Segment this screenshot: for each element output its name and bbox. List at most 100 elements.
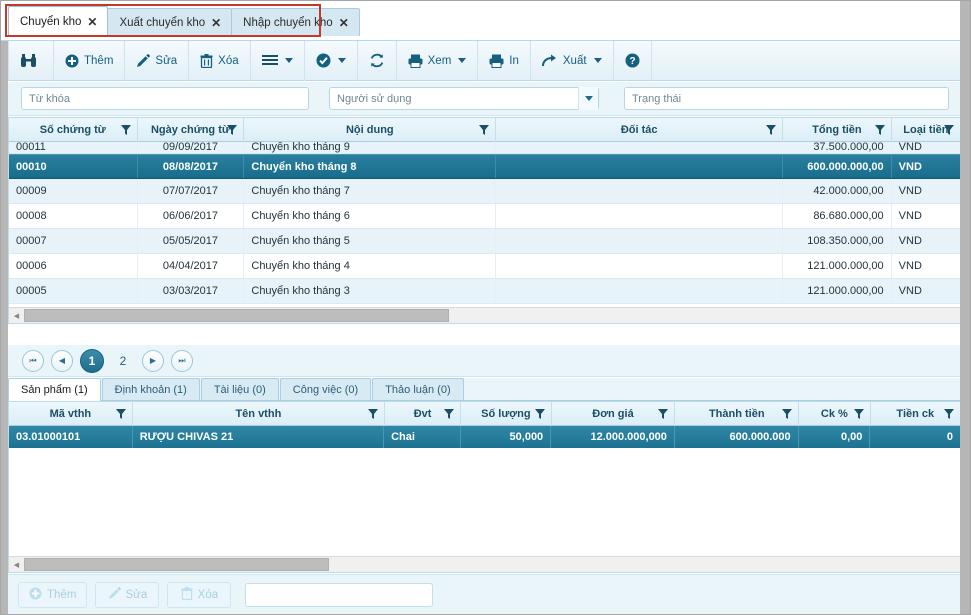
filter-icon[interactable] — [115, 409, 126, 422]
filter-icon[interactable] — [766, 125, 777, 138]
column-label: Loại tiền — [903, 124, 949, 136]
tab-chuyen-kho[interactable]: Chuyển kho ✕ — [8, 6, 109, 36]
export-button[interactable]: Xuất — [531, 40, 614, 81]
page-prev-button[interactable]: ◀ — [51, 349, 73, 372]
scroll-left-icon[interactable]: ◀ — [9, 557, 24, 573]
column-header-noi-dung[interactable]: Nội dung — [244, 118, 497, 142]
table-row[interactable]: 00009 07/07/2017 Chuyển kho tháng 7 42.0… — [9, 179, 961, 204]
cell-loai-tien: VND — [892, 179, 961, 203]
print-preview-button[interactable]: Xem — [397, 40, 479, 81]
column-header-dvt[interactable]: Đvt — [385, 402, 462, 426]
scroll-left-icon[interactable]: ◀ — [9, 308, 24, 324]
delete-button[interactable]: Xóa — [189, 40, 251, 81]
detail-add-button[interactable]: Thêm — [18, 582, 88, 608]
chevron-down-icon[interactable] — [593, 58, 602, 63]
table-row[interactable]: 00006 04/04/2017 Chuyển kho tháng 4 121.… — [9, 254, 961, 279]
detail-tab-strip: Sản phẩm (1) Định khoản (1) Tài liệu (0)… — [8, 378, 962, 401]
documents-grid-hscrollbar[interactable]: ◀ — [9, 307, 961, 323]
edit-button[interactable]: Sửa — [125, 40, 190, 81]
filter-icon[interactable] — [444, 409, 455, 422]
page-number-2[interactable]: 2 — [111, 349, 135, 373]
help-button[interactable]: ? — [614, 40, 652, 81]
column-header-loai-tien[interactable]: Loại tiền — [892, 118, 961, 142]
products-grid-hscrollbar[interactable]: ◀ — [9, 556, 961, 572]
search-button[interactable] — [8, 40, 54, 81]
tab-xuat-chuyen-kho[interactable]: Xuất chuyển kho ✕ — [107, 8, 233, 36]
page-next-button[interactable]: ▶ — [142, 349, 164, 372]
right-gutter — [960, 1, 970, 614]
close-icon[interactable]: ✕ — [339, 17, 349, 29]
tab-cong-viec[interactable]: Công việc (0) — [279, 378, 372, 400]
cell-doi-tac — [496, 179, 783, 203]
filter-icon[interactable] — [658, 409, 669, 422]
column-header-so-chung-tu[interactable]: Số chứng từ — [9, 118, 138, 142]
left-gutter — [1, 41, 8, 614]
filter-icon[interactable] — [853, 409, 864, 422]
hscrollbar-thumb[interactable] — [24, 558, 329, 571]
column-header-so-luong[interactable]: Số lượng — [461, 402, 552, 426]
filter-icon[interactable] — [534, 409, 545, 422]
column-header-don-gia[interactable]: Đơn giá — [552, 402, 676, 426]
page-number-1[interactable]: 1 — [80, 348, 104, 373]
chevron-down-icon[interactable] — [337, 58, 346, 63]
tab-label: Nhập chuyển kho — [243, 16, 333, 29]
column-label: Đơn giá — [592, 408, 634, 420]
chevron-down-icon[interactable] — [284, 58, 293, 63]
cell-tien-ck: 0 — [870, 426, 961, 448]
list-menu-button[interactable] — [251, 40, 305, 81]
documents-grid: Số chứng từ Ngày chứng từ Nội dung Đối t… — [8, 117, 962, 324]
products-grid: Mã vthh Tên vthh Đvt Số lượng Đơn giá Th… — [8, 401, 962, 573]
keyword-input[interactable]: Từ khóa — [21, 87, 309, 110]
table-row[interactable]: 00005 03/03/2017 Chuyển kho tháng 3 121.… — [9, 279, 961, 304]
column-header-tong-tien[interactable]: Tổng tiền — [783, 118, 892, 142]
user-select-dropdown[interactable] — [578, 87, 598, 110]
tab-dinh-khoan[interactable]: Định khoản (1) — [101, 378, 200, 400]
column-label: Nội dung — [345, 124, 394, 136]
column-header-doi-tac[interactable]: Đối tác — [496, 118, 784, 142]
products-grid-header: Mã vthh Tên vthh Đvt Số lượng Đơn giá Th… — [9, 402, 961, 426]
table-row[interactable]: 00008 06/06/2017 Chuyển kho tháng 6 86.6… — [9, 204, 961, 229]
filter-icon[interactable] — [479, 125, 490, 138]
status-input[interactable]: Trạng thái — [624, 87, 949, 110]
approve-button[interactable] — [305, 40, 358, 81]
filter-icon[interactable] — [782, 409, 793, 422]
filter-icon[interactable] — [944, 409, 955, 422]
table-row[interactable]: 03.01000101 RƯỢU CHIVAS 21 Chai 50,000 1… — [9, 426, 961, 448]
column-header-ma-vthh[interactable]: Mã vthh — [9, 402, 133, 426]
detail-search-input[interactable] — [245, 583, 434, 607]
cell-loai-tien: VND — [892, 279, 961, 303]
column-header-ngay-chung-tu[interactable]: Ngày chứng từ — [138, 118, 245, 142]
user-select[interactable]: Người sử dụng — [329, 87, 599, 110]
cell-loai-tien: VND — [892, 142, 961, 153]
column-header-ten-vthh[interactable]: Tên vthh — [133, 402, 385, 426]
table-row[interactable]: 00007 05/05/2017 Chuyển kho tháng 5 108.… — [9, 229, 961, 254]
column-header-ck-percent[interactable]: Ck % — [799, 402, 871, 426]
close-icon[interactable]: ✕ — [211, 17, 221, 29]
filter-icon[interactable] — [943, 125, 954, 138]
filter-icon[interactable] — [120, 125, 131, 138]
table-row[interactable]: 00011 09/09/2017 Chuyển kho tháng 9 37.5… — [9, 142, 961, 154]
help-circle-icon: ? — [625, 53, 640, 68]
table-row[interactable]: 00010 08/08/2017 Chuyển kho tháng 8 600.… — [9, 154, 961, 179]
column-header-thanh-tien[interactable]: Thành tiền — [675, 402, 800, 426]
add-button[interactable]: Thêm — [54, 40, 126, 81]
tab-tai-lieu[interactable]: Tài liệu (0) — [200, 378, 279, 400]
tab-nhap-chuyen-kho[interactable]: Nhập chuyển kho ✕ — [231, 8, 360, 36]
close-icon[interactable]: ✕ — [87, 16, 97, 28]
page-last-button[interactable]: ⏭ — [171, 349, 193, 372]
refresh-button[interactable] — [358, 40, 397, 81]
print-button[interactable]: In — [478, 40, 531, 81]
hscrollbar-thumb[interactable] — [24, 309, 449, 322]
filter-icon[interactable] — [874, 125, 885, 138]
filter-icon[interactable] — [367, 409, 378, 422]
page-first-button[interactable]: ⏮ — [22, 349, 44, 372]
filter-icon[interactable] — [227, 125, 238, 138]
cell-so-chung-tu: 00009 — [9, 179, 138, 203]
tab-san-pham[interactable]: Sản phẩm (1) — [8, 378, 101, 401]
detail-edit-button[interactable]: Sửa — [95, 582, 160, 608]
tab-thao-luan[interactable]: Thảo luận (0) — [372, 378, 464, 400]
cell-so-chung-tu: 00006 — [9, 254, 138, 278]
detail-delete-button[interactable]: Xóa — [167, 582, 232, 608]
column-header-tien-ck[interactable]: Tiền ck — [871, 402, 961, 426]
chevron-down-icon[interactable] — [458, 58, 467, 63]
